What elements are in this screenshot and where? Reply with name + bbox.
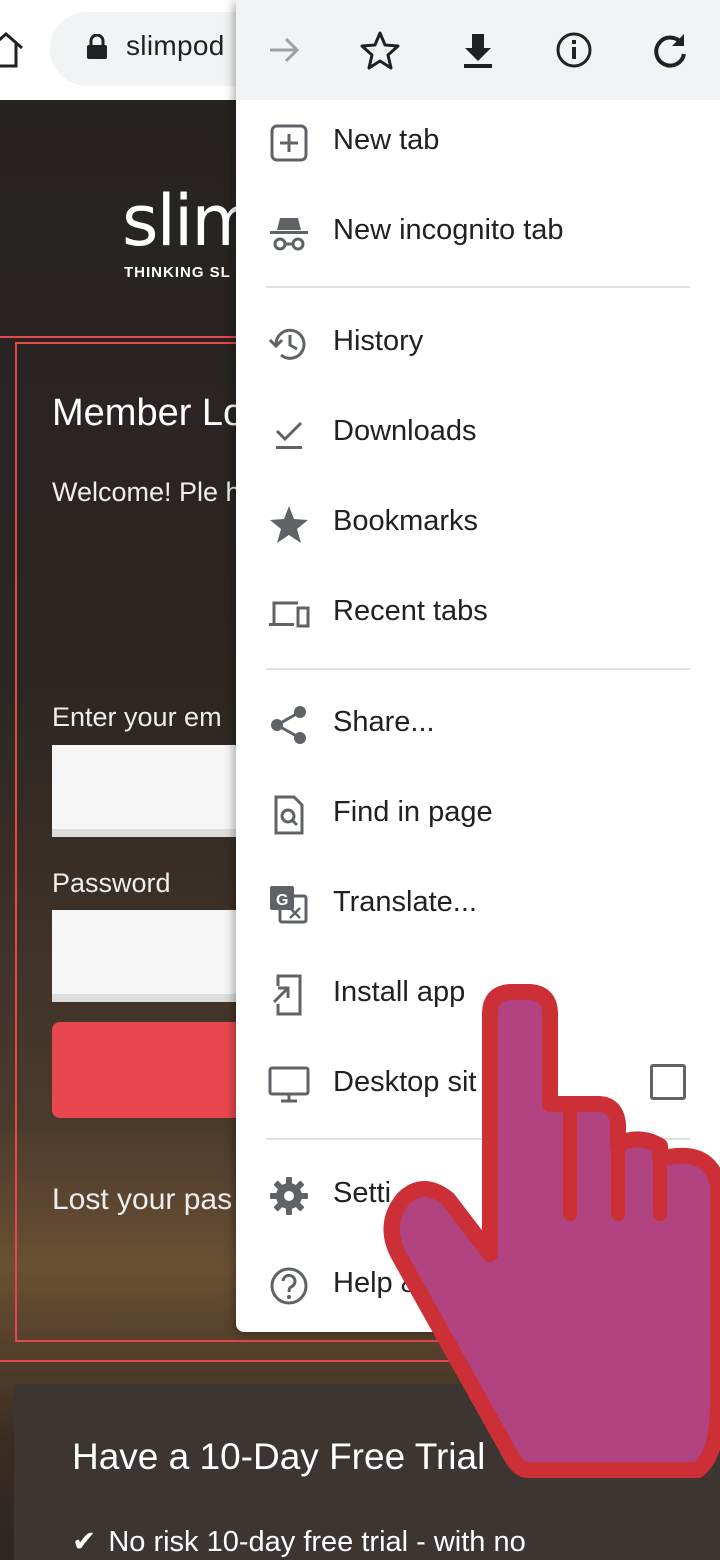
recent-tabs-icon <box>269 601 310 628</box>
translate-icon: G <box>270 886 308 924</box>
menu-item-bookmarks[interactable]: Bookmarks <box>236 479 720 569</box>
lost-password-link[interactable]: Lost your pas <box>52 1183 232 1217</box>
lock-icon <box>87 34 107 59</box>
help-icon <box>270 1267 308 1305</box>
settings-icon <box>270 1177 308 1215</box>
install-app-icon <box>272 974 302 1016</box>
site-tagline: THINKING SL <box>124 264 231 281</box>
trial-item-text: No risk 10-day free trial - with no <box>108 1526 526 1558</box>
bookmark-star-icon[interactable] <box>356 26 404 74</box>
menu-item-new-tab[interactable]: New tab <box>236 98 720 188</box>
menu-item-recent-tabs[interactable]: Recent tabs <box>236 569 720 659</box>
password-label: Password <box>52 868 171 898</box>
menu-item-share[interactable]: Share... <box>236 680 720 770</box>
menu-divider <box>266 286 690 288</box>
menu-item-label: Bookmarks <box>333 505 479 537</box>
menu-item-history[interactable]: History <box>236 299 720 389</box>
menu-item-find-in-page[interactable]: Find in page <box>236 770 720 860</box>
login-title: Member Lo <box>52 392 245 434</box>
pointing-hand-icon <box>383 984 720 1478</box>
bookmarks-icon <box>270 506 308 543</box>
desktop-icon <box>268 1066 310 1103</box>
new-tab-icon <box>270 124 308 162</box>
forward-icon[interactable] <box>260 26 308 74</box>
menu-item-downloads[interactable]: Downloads <box>236 389 720 479</box>
menu-item-label: Find in page <box>333 796 493 828</box>
email-label: Enter your em <box>52 702 222 732</box>
menu-divider <box>266 668 690 670</box>
menu-item-label: Translate... <box>333 886 477 918</box>
menu-item-label: Recent tabs <box>333 595 488 627</box>
svg-text:G: G <box>276 892 288 909</box>
menu-item-label: History <box>333 325 424 357</box>
downloads-icon <box>275 421 303 449</box>
menu-item-label: New incognito tab <box>333 214 564 246</box>
check-icon: ✔ <box>72 1526 97 1558</box>
find-in-page-icon <box>274 795 304 835</box>
url-text[interactable]: slimpod <box>126 30 225 62</box>
menu-icon-bar <box>236 0 720 100</box>
download-icon[interactable] <box>454 26 502 74</box>
home-icon[interactable] <box>0 26 26 74</box>
trial-item: ✔ No risk 10-day free trial - with no <box>72 1524 526 1559</box>
menu-item-translate[interactable]: G Translate... <box>236 860 720 950</box>
incognito-icon <box>270 218 308 251</box>
menu-item-label: New tab <box>333 124 440 156</box>
history-icon <box>268 328 306 360</box>
reload-icon[interactable] <box>646 26 694 74</box>
menu-item-label: Downloads <box>333 415 477 447</box>
menu-item-label: Share... <box>333 706 435 738</box>
share-icon <box>271 706 306 744</box>
menu-item-new-incognito-tab[interactable]: New incognito tab <box>236 188 720 278</box>
info-icon[interactable] <box>550 26 598 74</box>
